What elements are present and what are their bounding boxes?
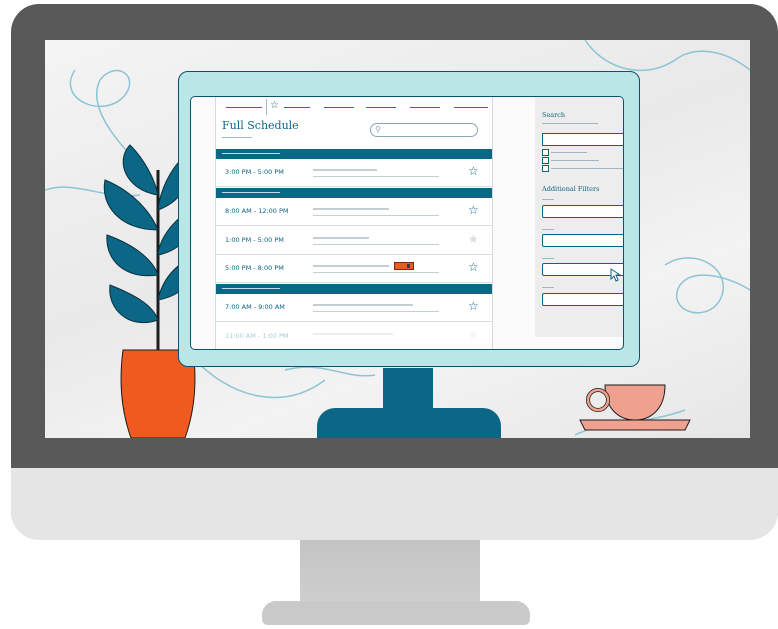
- inner-monitor-neck: [383, 368, 433, 408]
- tab-4[interactable]: [366, 107, 396, 108]
- additional-filters-label: Additional Filters: [542, 185, 600, 193]
- mouse-cursor-icon: [610, 268, 622, 282]
- filter-checkbox[interactable]: [542, 157, 549, 164]
- tab-3[interactable]: [324, 107, 354, 108]
- outer-monitor-neck: [300, 540, 480, 610]
- favorite-star-icon[interactable]: ☆: [468, 204, 479, 216]
- filter-select[interactable]: ▲▼: [542, 293, 623, 306]
- tab-5[interactable]: [410, 107, 440, 108]
- page-title: Full Schedule: [222, 119, 299, 132]
- outer-monitor-chin: [11, 468, 778, 540]
- row-time: 3:00 PM - 5:00 PM: [225, 168, 284, 176]
- outer-monitor-foot: [262, 601, 530, 625]
- search-label: Search: [542, 111, 566, 119]
- row-time: 11:00 AM - 1:00 PM: [225, 332, 289, 340]
- filter-select[interactable]: ▲▼: [542, 234, 623, 247]
- favorite-star-icon[interactable]: ☆: [468, 261, 479, 273]
- tab-divider: [266, 99, 267, 115]
- inner-monitor-base: [317, 408, 501, 438]
- tab-1[interactable]: [226, 107, 262, 108]
- filter-checkbox[interactable]: [542, 149, 549, 156]
- filter-select[interactable]: ▲▼: [542, 205, 623, 218]
- row-time: 7:00 AM - 9:00 AM: [225, 303, 285, 311]
- favorite-star-icon[interactable]: ☆: [468, 165, 479, 177]
- schedule-app-screen: ☆ Full Schedule ⚲ 3:00 PM - 5:00 PM ☆ 8:…: [190, 96, 624, 350]
- date-header: [216, 188, 492, 198]
- event-tag: [394, 262, 414, 270]
- schedule-row[interactable]: 1:00 PM - 5:00 PM ★: [216, 227, 492, 255]
- schedule-row[interactable]: 7:00 AM - 9:00 AM ☆: [216, 294, 492, 322]
- row-time: 5:00 PM - 8:00 PM: [225, 264, 284, 272]
- tab-6[interactable]: [454, 107, 488, 108]
- row-time: 1:00 PM - 5:00 PM: [225, 236, 284, 244]
- title-underline: [222, 137, 252, 138]
- coffee-cup-illustration: [579, 384, 691, 431]
- date-header: [216, 284, 492, 294]
- filter-search-input[interactable]: [542, 133, 623, 146]
- schedule-row[interactable]: 8:00 AM - 12:00 PM ☆: [216, 198, 492, 226]
- favorite-star-icon[interactable]: ☆: [468, 300, 479, 312]
- schedule-row[interactable]: 5:00 PM - 8:00 PM ☆: [216, 255, 492, 283]
- date-header: [216, 149, 492, 159]
- filter-checkbox[interactable]: [542, 165, 549, 172]
- outer-monitor-screen: ☆ Full Schedule ⚲ 3:00 PM - 5:00 PM ☆ 8:…: [45, 40, 750, 438]
- schedule-panel: ☆ Full Schedule ⚲ 3:00 PM - 5:00 PM ☆ 8:…: [215, 97, 493, 349]
- favorite-star-icon[interactable]: ★: [468, 329, 479, 341]
- star-tab-icon[interactable]: ☆: [270, 99, 279, 113]
- search-input[interactable]: ⚲: [370, 123, 478, 137]
- schedule-row[interactable]: 11:00 AM - 1:00 PM ★: [216, 323, 492, 349]
- tab-2[interactable]: [284, 107, 310, 108]
- favorite-star-filled-icon[interactable]: ★: [468, 233, 479, 245]
- schedule-row[interactable]: 3:00 PM - 5:00 PM ☆: [216, 159, 492, 187]
- filter-panel: Search Additional Filters ▲▼ ▲▼ ▲▼ ▲▼: [535, 97, 623, 337]
- row-time: 8:00 AM - 12:00 PM: [225, 207, 289, 215]
- search-icon: ⚲: [375, 125, 381, 134]
